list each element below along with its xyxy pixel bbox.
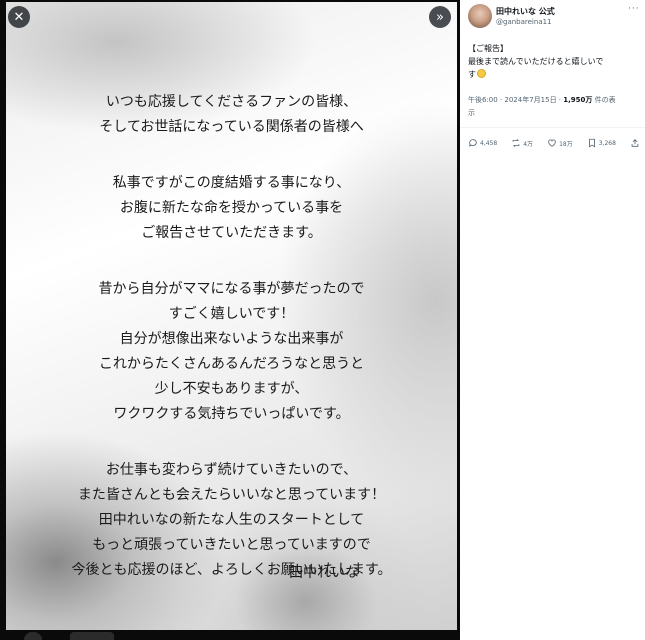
- letter-line: 少し不安もありますが、: [154, 381, 309, 397]
- media-viewer: いつも応援してくださるファンの皆様、 そしてお世話になっている関係者の皆様へ 私事で…: [0, 0, 460, 640]
- bookmark-button[interactable]: 3,268: [587, 138, 616, 148]
- close-icon[interactable]: ✕: [8, 6, 30, 28]
- letter-line: もっと頑張っていきたいと思っていますので: [92, 537, 371, 553]
- divider: [460, 127, 645, 128]
- more-options-icon[interactable]: ···: [628, 4, 640, 14]
- letter-line: これからたくさんあるんだろうなと思うと: [98, 356, 365, 372]
- letter-line: ご報告させていただきます。: [141, 225, 322, 241]
- letter-line: 田中れいなの新たな人生のスタートとして: [98, 512, 365, 528]
- bookmark-icon: [588, 138, 595, 148]
- post-panel: 田中れいな 公式 @ganbareina11 ··· 【ご報告】 最後まで読んで…: [460, 0, 645, 640]
- post-text-line: 【ご報告】: [468, 44, 508, 53]
- views-label: 件の表: [592, 96, 616, 104]
- letter-line: また皆さんとも会えたらいいなと思っています！: [77, 487, 386, 503]
- share-button[interactable]: [630, 138, 640, 148]
- letter-line: 今後とも応援のほど、よろしくお願いいたします。: [71, 562, 392, 578]
- letter-line: お仕事も変わらず続けていきたいので、: [105, 462, 358, 478]
- views-count: 1,950万: [563, 96, 593, 104]
- reply-count: 4,458: [480, 139, 498, 147]
- letter-line: 自分が想像出来ないような出来事が: [119, 331, 344, 347]
- author-name[interactable]: 田中れいな 公式: [496, 6, 555, 17]
- letter-line: 昔から自分がママになる事が夢だったので: [98, 281, 365, 297]
- share-icon: [631, 139, 639, 147]
- letter-signature: 田中れいな: [289, 565, 359, 581]
- letter-line: そしてお世話になっている関係者の皆様へ: [99, 119, 364, 135]
- repost-button[interactable]: 4万: [511, 138, 533, 148]
- post-timestamp[interactable]: 午後6:00 · 2024年7月15日 ·: [468, 96, 563, 104]
- viewer-bottom-bar: [0, 630, 460, 640]
- letter-line: いつも応援してくださるファンの皆様、: [105, 94, 358, 110]
- letter-line: すごく嬉しいです！: [168, 306, 295, 322]
- letter-line: 私事ですがこの度結婚する事になり、: [112, 175, 351, 191]
- post-text-line: 最後まで読んでいただけると嬉しいで: [468, 57, 604, 66]
- reply-icon: [469, 139, 477, 147]
- author-handle[interactable]: @ganbareina11: [496, 18, 552, 26]
- announcement-letter-image: いつも応援してくださるファンの皆様、 そしてお世話になっている関係者の皆様へ 私事で…: [6, 2, 457, 632]
- repost-icon-dim[interactable]: [70, 632, 114, 640]
- post-text-line: す: [468, 70, 476, 79]
- reply-icon-dim[interactable]: [24, 632, 42, 640]
- letter-body: いつも応援してくださるファンの皆様、 そしてお世話になっている関係者の皆様へ 私事で…: [6, 90, 457, 583]
- reply-button[interactable]: 4,458: [468, 138, 497, 148]
- like-button[interactable]: 18万: [547, 138, 573, 148]
- bookmark-count: 3,268: [598, 139, 616, 147]
- repost-icon: [512, 138, 520, 148]
- like-count: 18万: [559, 140, 573, 148]
- repost-count: 4万: [523, 140, 534, 148]
- views-label-cont: 示: [468, 109, 475, 117]
- heart-icon: [548, 139, 556, 147]
- post-meta: 午後6:00 · 2024年7月15日 · 1,950万 件の表 示: [468, 94, 640, 120]
- relieved-face-emoji-icon: [477, 69, 486, 78]
- letter-line: お腹に新たな命を授かっている事を: [119, 200, 344, 216]
- letter-line: ワクワクする気持ちでいっぱいです。: [113, 406, 350, 422]
- expand-panel-icon[interactable]: »: [429, 6, 451, 28]
- post-text: 【ご報告】 最後まで読んでいただけると嬉しいで す: [468, 42, 640, 81]
- avatar[interactable]: [468, 4, 492, 28]
- action-bar: 4,458 4万 18万 3,268: [468, 136, 640, 150]
